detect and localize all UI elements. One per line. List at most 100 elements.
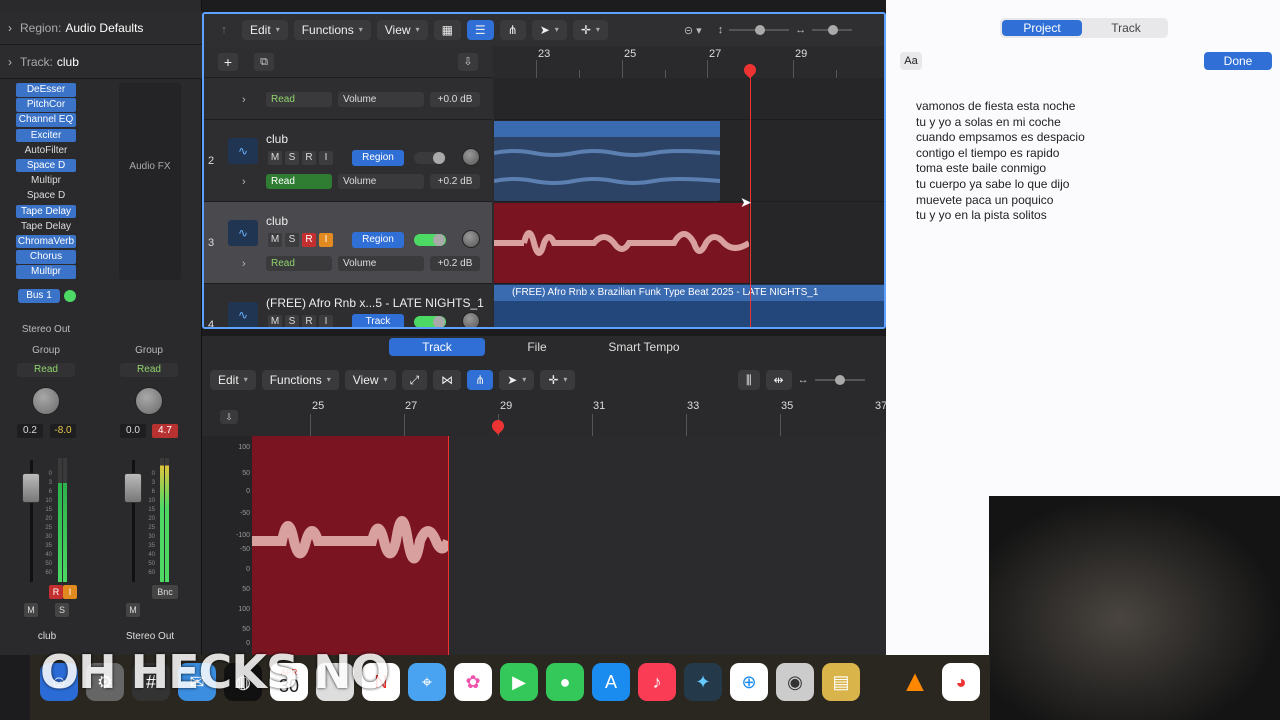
automation-value[interactable]: +0.2 dB — [430, 174, 480, 189]
waveform-zoom-icon[interactable]: ⫼ — [738, 370, 760, 390]
editor-ruler[interactable]: 25 27 29 31 33 35 37 — [252, 398, 887, 436]
disk-utility-icon[interactable]: ◉ — [776, 663, 814, 701]
plugin-slot[interactable]: DeEsser — [16, 83, 76, 97]
pan-knob[interactable] — [462, 148, 480, 166]
group-label[interactable]: Group — [10, 345, 82, 356]
track-header[interactable]: › Read Volume +0.0 dB — [204, 78, 492, 120]
volume-fader[interactable] — [22, 473, 40, 503]
automation-value[interactable]: +0.0 dB — [430, 92, 480, 107]
edit-menu[interactable]: Edit ▾ — [242, 20, 288, 40]
automation-mode[interactable]: Read — [266, 92, 332, 107]
automation-mode[interactable]: Read — [266, 256, 332, 271]
arrow-up-icon[interactable]: ↑ — [212, 24, 236, 36]
final-cut-icon[interactable]: ✦ — [684, 663, 722, 701]
mute-button[interactable]: M — [268, 151, 282, 165]
pan-knob[interactable] — [32, 387, 60, 415]
grid-view-icon[interactable]: ▦ — [433, 20, 461, 40]
plugin-slot[interactable]: Chorus — [16, 250, 76, 264]
chevron-right-icon[interactable]: › — [242, 94, 246, 106]
pointer-tool-icon[interactable]: ➤ ▾ — [531, 20, 567, 40]
app-store-icon[interactable]: A — [592, 663, 630, 701]
record-enable-button[interactable]: R — [302, 233, 316, 247]
text-format-button[interactable]: Aa — [900, 52, 922, 70]
solo-button[interactable]: S — [285, 151, 299, 165]
audio-fx-slot[interactable]: Audio FX — [119, 83, 181, 280]
automation-read-button[interactable]: Read — [17, 363, 75, 377]
plugin-slot[interactable]: ChromaVerb — [16, 234, 76, 249]
mute-button[interactable]: M — [24, 603, 38, 617]
photos-icon[interactable]: ✿ — [454, 663, 492, 701]
messages-icon[interactable]: ● — [546, 663, 584, 701]
tab-file[interactable]: File — [489, 338, 585, 356]
tab-track[interactable]: Track — [389, 338, 485, 356]
pan-knob[interactable] — [462, 312, 480, 327]
mute-button[interactable]: M — [126, 603, 140, 617]
automation-value[interactable]: +0.2 dB — [430, 256, 480, 271]
solo-button[interactable]: S — [55, 603, 69, 617]
track-header[interactable]: 2 ∿ club M S R I Region › Read Volume +0… — [204, 120, 492, 202]
volume-toggle[interactable] — [414, 234, 446, 246]
functions-menu[interactable]: Functions ▾ — [293, 20, 371, 40]
mute-button[interactable]: M — [268, 233, 282, 247]
track-lane[interactable] — [493, 120, 884, 202]
catch-icon[interactable]: ⋔ — [499, 20, 526, 40]
functions-menu[interactable]: Functions ▾ — [261, 370, 339, 390]
plugin-slot[interactable]: AutoFilter — [16, 144, 76, 158]
solo-button[interactable]: S — [285, 233, 299, 247]
catch-icon[interactable]: ⋔ — [467, 370, 494, 390]
lyrics-text[interactable]: vamonos de fiesta esta noche tu y yo a s… — [916, 99, 1085, 224]
plugin-slot[interactable]: Tape Delay — [16, 204, 76, 218]
music-icon[interactable]: ♪ — [638, 663, 676, 701]
plugin-slot[interactable]: Channel EQ — [16, 113, 76, 127]
input-monitor-button[interactable]: I — [63, 585, 77, 599]
catch-playhead-icon[interactable]: ⇩ — [458, 53, 478, 71]
bar-ruler[interactable]: 23 25 27 29 — [494, 46, 884, 79]
horizontal-zoom-slider[interactable] — [812, 25, 853, 35]
track-name[interactable]: (FREE) Afro Rnb x...5 - LATE NIGHTS_1 — [266, 296, 484, 310]
pointer-tool-icon[interactable]: ➤ ▾ — [499, 370, 535, 390]
recording-region[interactable] — [252, 436, 453, 655]
plugin-slot[interactable]: Space D — [16, 158, 76, 173]
done-button[interactable]: Done — [1204, 52, 1272, 70]
record-enable-button[interactable]: R — [302, 151, 316, 165]
track-inspector-header[interactable]: › Track: club — [0, 45, 202, 79]
volume-fader[interactable] — [124, 473, 142, 503]
plugin-slot[interactable]: Tape Delay — [16, 220, 76, 234]
tab-smart-tempo[interactable]: Smart Tempo — [589, 338, 699, 356]
playhead-marker[interactable] — [489, 417, 507, 435]
maps-icon[interactable]: ⌖ — [408, 663, 446, 701]
track-header[interactable]: 3 ∿ club M S R I Region › Read Volume +0… — [204, 202, 492, 284]
add-track-button[interactable]: + — [218, 53, 238, 71]
recording-region[interactable] — [494, 203, 751, 283]
horizontal-zoom-icon[interactable]: ↔ — [798, 374, 809, 386]
plugin-slot[interactable]: PitchCor — [16, 98, 76, 112]
pan-knob[interactable] — [462, 230, 480, 248]
view-menu[interactable]: View ▾ — [376, 20, 428, 40]
flex-icon[interactable]: ⤢ — [401, 370, 428, 390]
bowtie-icon[interactable]: ⋈ — [433, 370, 462, 390]
volume-toggle[interactable] — [414, 316, 446, 327]
pan-knob[interactable] — [135, 387, 163, 415]
marquee-tool-icon[interactable]: ✛ ▾ — [572, 20, 608, 40]
editor-canvas[interactable] — [252, 436, 886, 655]
waveform-zoom-icon[interactable]: ⊝ ▾ — [684, 24, 702, 37]
mute-button[interactable]: M — [268, 315, 282, 327]
track-button[interactable]: Track — [352, 314, 404, 327]
vertical-zoom-icon[interactable]: ↕ — [718, 24, 724, 36]
region-button[interactable]: Region — [352, 232, 404, 248]
audio-region[interactable] — [493, 121, 721, 201]
record-enable-button[interactable]: R — [49, 585, 63, 599]
duplicate-track-icon[interactable]: ⧉ — [254, 53, 274, 71]
output-label[interactable]: Stereo Out — [10, 324, 82, 335]
list-view-icon[interactable]: ☰ — [466, 20, 494, 40]
facetime-icon[interactable]: ▶ — [500, 663, 538, 701]
plugin-slot[interactable]: Multipr — [16, 174, 76, 188]
vlc-icon[interactable]: ▲ — [896, 663, 934, 701]
safari-icon[interactable]: ⊕ — [730, 663, 768, 701]
chrome-icon[interactable]: ◕ — [942, 663, 980, 701]
track-name[interactable]: club — [266, 214, 288, 228]
region-inspector-header[interactable]: › Region: Audio Defaults — [0, 11, 202, 45]
track-lane[interactable] — [494, 78, 884, 120]
vertical-zoom-slider[interactable] — [729, 25, 790, 35]
track-lane[interactable]: (FREE) Afro Rnb x Brazilian Funk Type Be… — [494, 284, 884, 327]
